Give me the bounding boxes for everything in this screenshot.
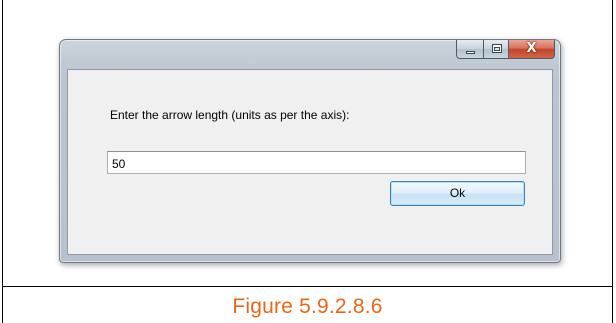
figure-frame: X Enter the arrow length (units as per t… — [2, 0, 613, 287]
close-button[interactable]: X — [509, 40, 555, 59]
close-icon: X — [526, 41, 537, 56]
maximize-icon — [492, 44, 502, 53]
window-controls: X — [456, 40, 555, 60]
minimize-icon — [466, 51, 475, 54]
ok-button[interactable]: Ok — [390, 181, 525, 206]
minimize-button[interactable] — [456, 40, 483, 59]
figure-caption: Figure 5.9.2.8.6 — [232, 295, 383, 318]
figure-caption-area: Figure 5.9.2.8.6 — [2, 286, 613, 323]
dialog-body: Enter the arrow length (units as per the… — [67, 69, 553, 255]
dialog-window: X Enter the arrow length (units as per t… — [59, 39, 561, 263]
arrow-length-input[interactable] — [107, 151, 526, 174]
maximize-button[interactable] — [483, 40, 509, 59]
prompt-label: Enter the arrow length (units as per the… — [110, 108, 350, 122]
title-bar[interactable]: X — [60, 40, 560, 70]
